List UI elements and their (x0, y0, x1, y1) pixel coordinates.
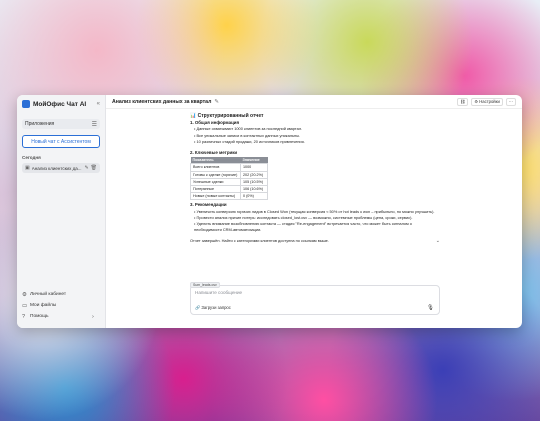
table-cell: 1000 (240, 163, 268, 172)
edit-icon[interactable]: ✎ (84, 165, 88, 171)
attach-label: Загрузи запрос (201, 305, 231, 310)
sidebar: МойОфис Чат AI « Приложения ☰ Новый чат … (17, 95, 106, 328)
table-row: Готовы к сделке (горячие) 202 (20.2%) (190, 170, 268, 179)
table-cell: 106 (10.6%) (240, 185, 268, 194)
section-today: Сегодня (22, 155, 41, 160)
footer-text: Отчет завершён. Найти с категориями клие… (190, 238, 329, 244)
help-icon: ? (22, 313, 26, 320)
chevron-down-icon[interactable]: ⌄ (436, 238, 440, 244)
table-header-row: Показатель Значение (190, 157, 268, 164)
list-item: Увеличить конверсию горячих лидов в Clos… (194, 209, 440, 215)
settings-label: Настройки (479, 99, 500, 104)
settings-button[interactable]: ⚙ Настройки (471, 97, 503, 106)
assistant-message: 📊 Структурированный отчет 1. Общая инфор… (190, 113, 440, 245)
main-panel: Анализ клиентских данных за квартал ✎ ⛓ … (106, 95, 522, 328)
table-cell: 105 (10.5%) (240, 177, 268, 187)
menu-icon: ☰ (91, 121, 97, 128)
trash-icon[interactable]: 🗑 (91, 165, 97, 171)
table-row: Потерянные 106 (10.6%) (190, 185, 268, 194)
table-cell: 202 (20.2%) (240, 170, 268, 179)
chevron-right-icon: › (92, 313, 94, 320)
message-input[interactable]: Напишите сообщение (195, 290, 242, 295)
sidebar-link-help[interactable]: ? Помощь › (22, 311, 100, 322)
list-item: Уделить внимание возобновлению контакта … (194, 221, 440, 233)
new-chat-button[interactable]: Новый чат с Ассистентом (22, 135, 100, 148)
section-list: Увеличить конверсию горячих лидов в Clos… (190, 209, 440, 234)
chat-icon: ▣ (25, 165, 30, 171)
folder-icon: ▭ (22, 302, 28, 309)
table-header: Показатель (190, 157, 241, 164)
table-cell: 0 (0%) (240, 192, 268, 201)
sidebar-link-label: Личный кабинет (30, 292, 67, 297)
table-cell: Новые (новые контакты) (190, 192, 241, 201)
app-window: МойОфис Чат AI « Приложения ☰ Новый чат … (17, 95, 522, 328)
chevron-left-icon[interactable]: « (97, 101, 100, 107)
table-row: Всего клиентов 1000 (190, 163, 268, 172)
metrics-table: Показатель Значение Всего клиентов 1000 Г… (190, 157, 268, 201)
pencil-icon[interactable]: ✎ (214, 99, 219, 105)
apps-menu[interactable]: Приложения ☰ (22, 119, 100, 129)
table-row: Новые (новые контакты) 0 (0%) (190, 192, 268, 201)
message-composer[interactable]: Sum_leads.csv Напишите сообщение 🔗 Загру… (190, 282, 440, 315)
table-cell: Потерянные (190, 185, 241, 194)
table-cell: Готовы к сделке (горячие) (190, 170, 241, 179)
sidebar-link-files[interactable]: ▭ Мои файлы (22, 300, 100, 311)
chat-title: Анализ клиентских данных за квартал (112, 98, 212, 105)
chat-list-item[interactable]: ▣ Анализ клиентских да... ✎ 🗑 (22, 163, 100, 173)
attached-file-chip[interactable]: Sum_leads.csv (190, 282, 220, 288)
table-cell: Успешные сделки (190, 177, 241, 187)
topbar: Анализ клиентских данных за квартал ✎ ⛓ … (106, 95, 522, 109)
table-cell: Всего клиентов (190, 163, 241, 172)
gear-icon: ⚙ (22, 291, 27, 298)
table-row: Успешные сделки 105 (10.5%) (190, 177, 268, 187)
chat-item-title: Анализ клиентских да... (31, 165, 82, 171)
link-icon[interactable]: ⛓ (457, 97, 469, 106)
app-logo (22, 100, 30, 108)
attach-button[interactable]: 🔗 Загрузи запрос (195, 305, 231, 311)
sidebar-header: МойОфис Чат AI « (17, 97, 105, 111)
section-list: Данные охватывают 1000 клиентов за после… (190, 126, 440, 145)
apps-label: Приложения (25, 121, 55, 127)
sidebar-bottom: ⚙ Личный кабинет ▭ Мои файлы ? Помощь › (22, 289, 100, 322)
table-header: Значение (240, 157, 268, 164)
sidebar-link-label: Мои файлы (30, 303, 57, 308)
more-icon[interactable]: ⋯ (505, 97, 516, 106)
sidebar-link-label: Помощь (30, 314, 49, 319)
microphone-icon[interactable]: 🎙 (427, 305, 434, 311)
app-title: МойОфис Чат AI (33, 100, 87, 108)
report-heading: 📊 Структурированный отчет (190, 113, 264, 119)
report-footer: Отчет завершён. Найти с категориями клие… (190, 238, 440, 244)
section-title: 2. Ключевые метрики (190, 150, 238, 156)
sidebar-link-account[interactable]: ⚙ Личный кабинет (22, 289, 100, 300)
